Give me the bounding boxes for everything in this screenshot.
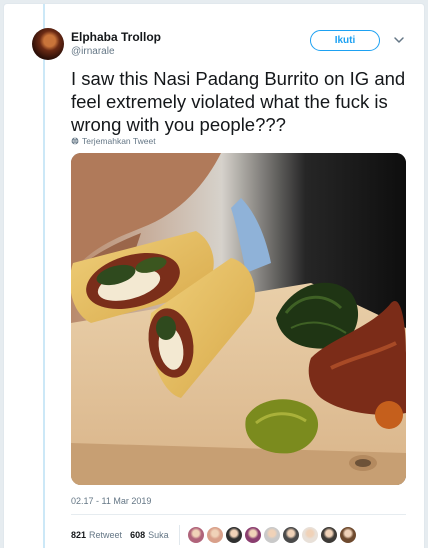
liker-avatar[interactable]: [263, 527, 280, 543]
liker-avatar[interactable]: [320, 527, 337, 543]
liker-avatar[interactable]: [244, 527, 261, 543]
avatar[interactable]: [32, 28, 64, 60]
liker-avatar[interactable]: [206, 527, 223, 543]
liker-avatars: [187, 527, 356, 543]
retweet-label[interactable]: Retweet: [89, 530, 122, 540]
chevron-down-icon[interactable]: [393, 34, 405, 46]
like-count[interactable]: 608: [130, 530, 145, 540]
liker-avatar[interactable]: [187, 527, 204, 543]
follow-button[interactable]: Ikuti: [310, 30, 380, 51]
liker-avatar[interactable]: [282, 527, 299, 543]
like-label[interactable]: Suka: [148, 530, 169, 540]
thread-line: [43, 4, 45, 548]
display-name[interactable]: Elphaba Trollop: [71, 30, 161, 44]
tweet-text: I saw this Nasi Padang Burrito on IG and…: [71, 68, 406, 135]
tweet-photo[interactable]: [71, 153, 406, 485]
burrito-photo: [71, 153, 406, 485]
retweet-count[interactable]: 821: [71, 530, 86, 540]
tweet-timestamp[interactable]: 02.17 - 11 Mar 2019: [71, 496, 151, 506]
globe-icon: [71, 137, 79, 145]
liker-avatar[interactable]: [301, 527, 318, 543]
translate-tweet-link[interactable]: Terjemahkan Tweet: [71, 136, 156, 146]
liker-avatar[interactable]: [339, 527, 356, 543]
stats-divider: [71, 514, 406, 515]
tweet-card: Elphaba Trollop @irnarale Ikuti I saw th…: [3, 3, 425, 548]
liker-avatar[interactable]: [225, 527, 242, 543]
tweet-stats: 821 Retweet 608 Suka: [71, 525, 356, 545]
translate-label: Terjemahkan Tweet: [82, 136, 156, 146]
stats-separator: [178, 525, 180, 545]
user-handle[interactable]: @irnarale: [71, 46, 115, 57]
